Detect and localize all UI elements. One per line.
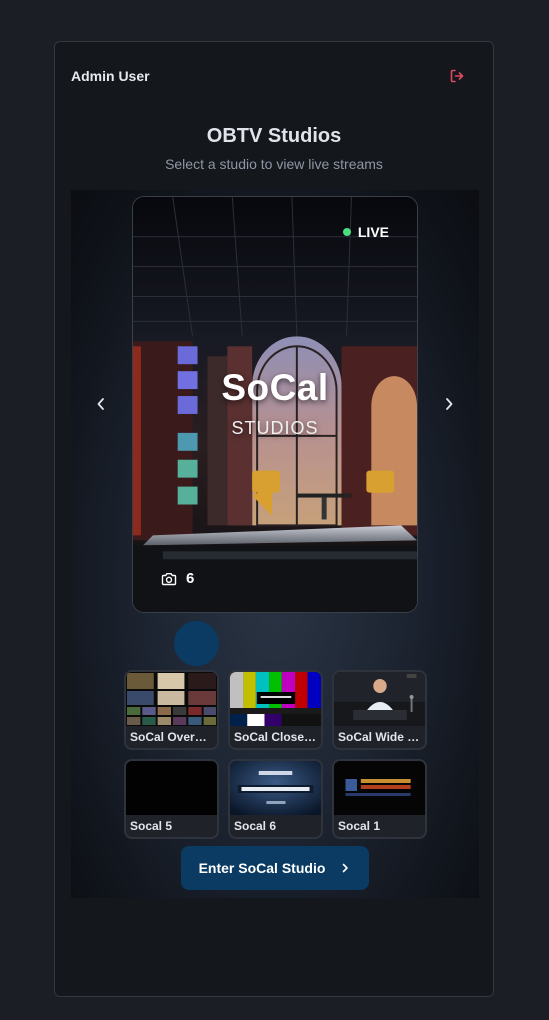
camera-tile-socal-close-up[interactable]: SoCal Close Up [228, 670, 323, 750]
carousel-prev-button[interactable] [91, 394, 111, 414]
logout-button[interactable] [449, 68, 465, 84]
live-status-dot [342, 228, 351, 236]
camera-count-value: 6 [186, 570, 195, 587]
carousel-next-button[interactable] [439, 394, 459, 414]
studio-name: SoCal [221, 367, 329, 408]
camera-tile-label: Socal 6 [234, 819, 277, 833]
camera-preview-image [334, 672, 425, 726]
chevron-right-icon [343, 863, 349, 873]
page-title: OBTV Studios [206, 125, 342, 147]
camera-tile-socal-6[interactable]: Socal 6 [228, 759, 323, 839]
camera-count: 6 [161, 570, 194, 587]
camera-tile-socal-1[interactable]: Socal 1 [332, 759, 427, 839]
chevron-right-icon [446, 398, 453, 410]
live-badge: LIVE [342, 224, 389, 240]
enter-studio-label: Enter SoCal Studio [198, 860, 326, 876]
studio-carousel: LIVE SoCal STUDIOS 6 SoCal Overhe SoCal … [71, 190, 479, 898]
camera-tile-label: Socal 1 [338, 819, 381, 833]
camera-preview-image [230, 672, 321, 726]
camera-preview-image [126, 672, 217, 726]
live-label: LIVE [357, 224, 389, 240]
chevron-left-icon [97, 398, 104, 410]
camera-tile-label: SoCal Overhead [130, 730, 213, 744]
camera-tile-socal-overhead[interactable]: SoCal Overhead [124, 670, 219, 750]
camera-icon [161, 572, 177, 585]
camera-preview-image [230, 761, 321, 815]
camera-tile-socal-wide-shot[interactable]: SoCal Wide Shot [332, 670, 427, 750]
camera-tile-label: Socal 5 [130, 819, 173, 833]
camera-tile-socal-5[interactable]: Socal 5 [124, 759, 219, 839]
page-subtitle: Select a studio to view live streams [165, 156, 383, 172]
logout-icon [450, 69, 464, 83]
camera-preview-image [334, 761, 425, 815]
carousel-indicator-active[interactable] [174, 621, 219, 666]
camera-tile-label: SoCal Wide Shot [338, 730, 421, 744]
enter-studio-button[interactable]: Enter SoCal Studio [181, 846, 369, 890]
studio-name-sub: STUDIOS [231, 418, 319, 438]
camera-preview-image [126, 761, 217, 815]
user-name: Admin User [71, 68, 150, 84]
studio-card-socal[interactable]: LIVE SoCal STUDIOS 6 [132, 196, 418, 613]
camera-tile-label: SoCal Close Up [234, 730, 317, 744]
studio-selector-panel: Admin User OBTV Studios Select a studio … [54, 41, 494, 997]
